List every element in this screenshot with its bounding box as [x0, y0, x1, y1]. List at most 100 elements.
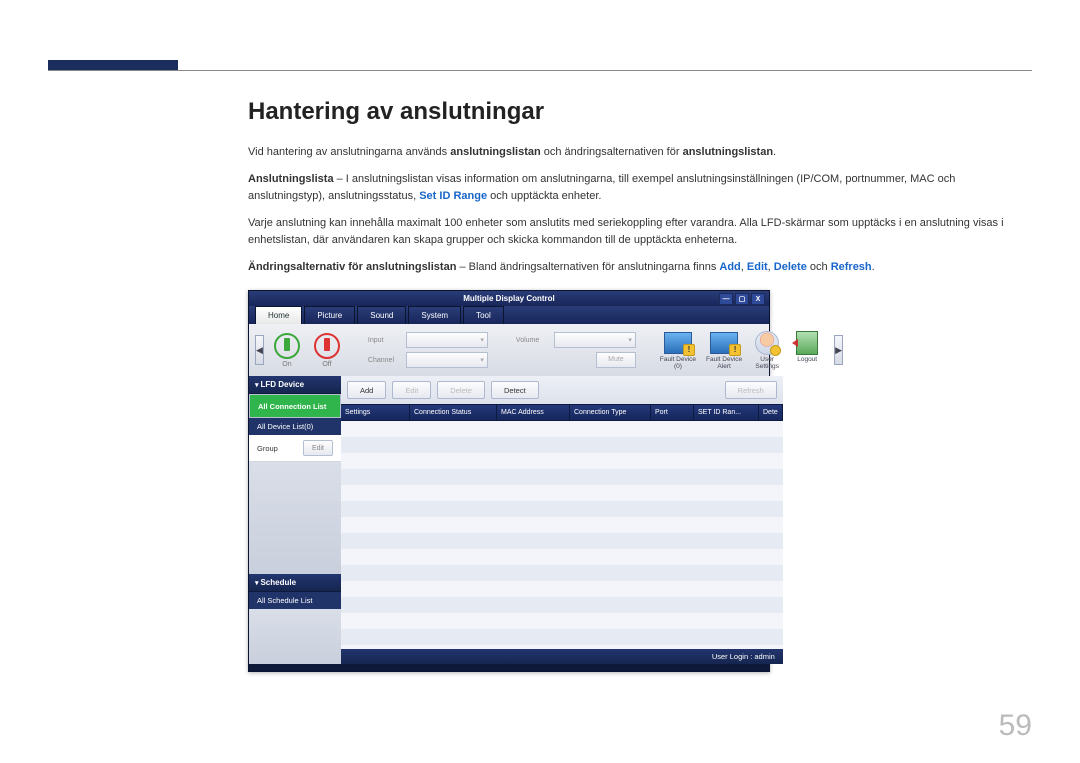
user-settings-label: User Settings [752, 356, 782, 370]
term-connection-list: Anslutningslista [248, 173, 334, 185]
power-off-button[interactable]: Off [314, 333, 340, 368]
term-refresh: Refresh [831, 261, 872, 273]
mute-button[interactable]: Mute [596, 352, 636, 368]
app-window: Multiple Display Control — ▢ X Home Pict… [248, 290, 770, 672]
main-panel: Add Edit Delete Detect Refresh Settings … [341, 376, 783, 664]
text: – I anslutningslistan visas information … [248, 173, 955, 202]
power-off-icon [314, 333, 340, 359]
group-label: Group [257, 444, 278, 453]
detect-button[interactable]: Detect [491, 381, 539, 399]
term-edit: Edit [747, 261, 768, 273]
tab-home[interactable]: Home [255, 306, 302, 324]
term-connection-list: anslutningslistan [450, 146, 540, 158]
app-title-text: Multiple Display Control [463, 294, 555, 303]
sidebar-blank [249, 462, 341, 573]
volume-label: Volume [516, 337, 550, 344]
sidebar-item-all-device[interactable]: All Device List(0) [249, 418, 341, 435]
paragraph-4: Ändringsalternativ för anslutningslistan… [248, 259, 1032, 276]
volume-group: Volume ▾ Mute [516, 332, 636, 368]
fault-alert-label: Fault Device Alert [706, 356, 742, 370]
table-body-empty [341, 421, 783, 649]
nav-next-button[interactable]: ▶ [834, 335, 843, 365]
header-rule [48, 70, 1032, 71]
sidebar-section-schedule[interactable]: Schedule [249, 574, 341, 592]
status-bar: User Login : admin [341, 649, 783, 664]
logout-label: Logout [797, 356, 817, 363]
user-settings-button[interactable]: User Settings [752, 331, 782, 370]
col-connection-type[interactable]: Connection Type [570, 405, 651, 420]
col-mac-address[interactable]: MAC Address [497, 405, 570, 420]
text: . [872, 261, 875, 273]
fault-device-icon [664, 332, 692, 354]
channel-select[interactable]: ▾ [406, 352, 488, 368]
paragraph-3: Varje anslutning kan innehålla maximalt … [248, 215, 1032, 249]
power-on-button[interactable]: On [274, 333, 300, 368]
col-detected[interactable]: Dete [759, 405, 783, 420]
refresh-button[interactable]: Refresh [725, 381, 777, 399]
add-button[interactable]: Add [347, 381, 386, 399]
logout-icon [796, 331, 818, 355]
tab-picture[interactable]: Picture [304, 306, 355, 324]
text: och ändringsalternativen för [541, 146, 683, 158]
text: – Bland ändringsalternativen för anslutn… [456, 261, 719, 273]
tab-bar: Home Picture Sound System Tool [249, 306, 769, 324]
fault-alert-icon [710, 332, 738, 354]
input-select[interactable]: ▾ [406, 332, 488, 348]
text: och [807, 261, 831, 273]
term-add: Add [719, 261, 740, 273]
close-button[interactable]: X [751, 293, 765, 305]
power-off-label: Off [322, 361, 331, 368]
col-settings[interactable]: Settings [341, 405, 410, 420]
col-set-id-range[interactable]: SET ID Ran... [694, 405, 759, 420]
maximize-button[interactable]: ▢ [735, 293, 749, 305]
delete-button[interactable]: Delete [437, 381, 485, 399]
input-channel-group: Input ▾ Channel ▾ [368, 332, 488, 368]
nav-prev-button[interactable]: ◀ [255, 335, 264, 365]
sidebar-item-all-schedule[interactable]: All Schedule List [249, 592, 341, 609]
paragraph-1: Vid hantering av anslutningarna används … [248, 144, 1032, 161]
fault-alert-button[interactable]: Fault Device Alert [706, 331, 742, 370]
channel-label: Channel [368, 357, 402, 364]
status-icons: Fault Device (0) Fault Device Alert User… [660, 331, 822, 370]
sidebar-item-all-connection[interactable]: All Connection List [249, 394, 341, 418]
app-body: LFD Device All Connection List All Devic… [249, 376, 769, 664]
ribbon-toolbar: ◀ On Off Input ▾ Channel ▾ [249, 324, 769, 376]
chevron-down-icon: ▾ [628, 336, 632, 344]
document-content: Hantering av anslutningar Vid hantering … [248, 98, 1032, 672]
sidebar: LFD Device All Connection List All Devic… [249, 376, 341, 664]
tab-sound[interactable]: Sound [357, 306, 406, 324]
user-settings-icon [755, 331, 779, 355]
col-port[interactable]: Port [651, 405, 694, 420]
sidebar-group-row: Group Edit [249, 435, 341, 462]
chevron-down-icon: ▾ [480, 356, 484, 364]
logout-button[interactable]: Logout [792, 331, 822, 370]
table-header: Settings Connection Status MAC Address C… [341, 404, 783, 421]
fault-device-button[interactable]: Fault Device (0) [660, 331, 696, 370]
tab-tool[interactable]: Tool [463, 306, 504, 324]
power-on-label: On [282, 361, 291, 368]
window-controls: — ▢ X [719, 293, 765, 305]
term-delete: Delete [774, 261, 807, 273]
term-mod-options: Ändringsalternativ för anslutningslistan [248, 261, 456, 273]
paragraph-2: Anslutningslista – I anslutningslistan v… [248, 171, 1032, 205]
app-titlebar: Multiple Display Control — ▢ X [249, 291, 769, 306]
text: och upptäckta enheter. [487, 190, 601, 202]
group-edit-button[interactable]: Edit [303, 440, 333, 456]
text: Vid hantering av anslutningarna används [248, 146, 450, 158]
edit-button[interactable]: Edit [392, 381, 431, 399]
input-label: Input [368, 337, 402, 344]
tab-system[interactable]: System [408, 306, 461, 324]
term-connection-list: anslutningslistan [683, 146, 773, 158]
power-on-icon [274, 333, 300, 359]
sidebar-blank [249, 609, 341, 665]
col-connection-status[interactable]: Connection Status [410, 405, 497, 420]
volume-select[interactable]: ▾ [554, 332, 636, 348]
page-number: 59 [999, 709, 1032, 743]
minimize-button[interactable]: — [719, 293, 733, 305]
chevron-down-icon: ▾ [480, 336, 484, 344]
page-title: Hantering av anslutningar [248, 98, 1032, 126]
sidebar-section-lfd[interactable]: LFD Device [249, 376, 341, 394]
fault-device-label: Fault Device (0) [660, 356, 696, 370]
header-accent [48, 60, 178, 70]
action-bar: Add Edit Delete Detect Refresh [341, 376, 783, 404]
